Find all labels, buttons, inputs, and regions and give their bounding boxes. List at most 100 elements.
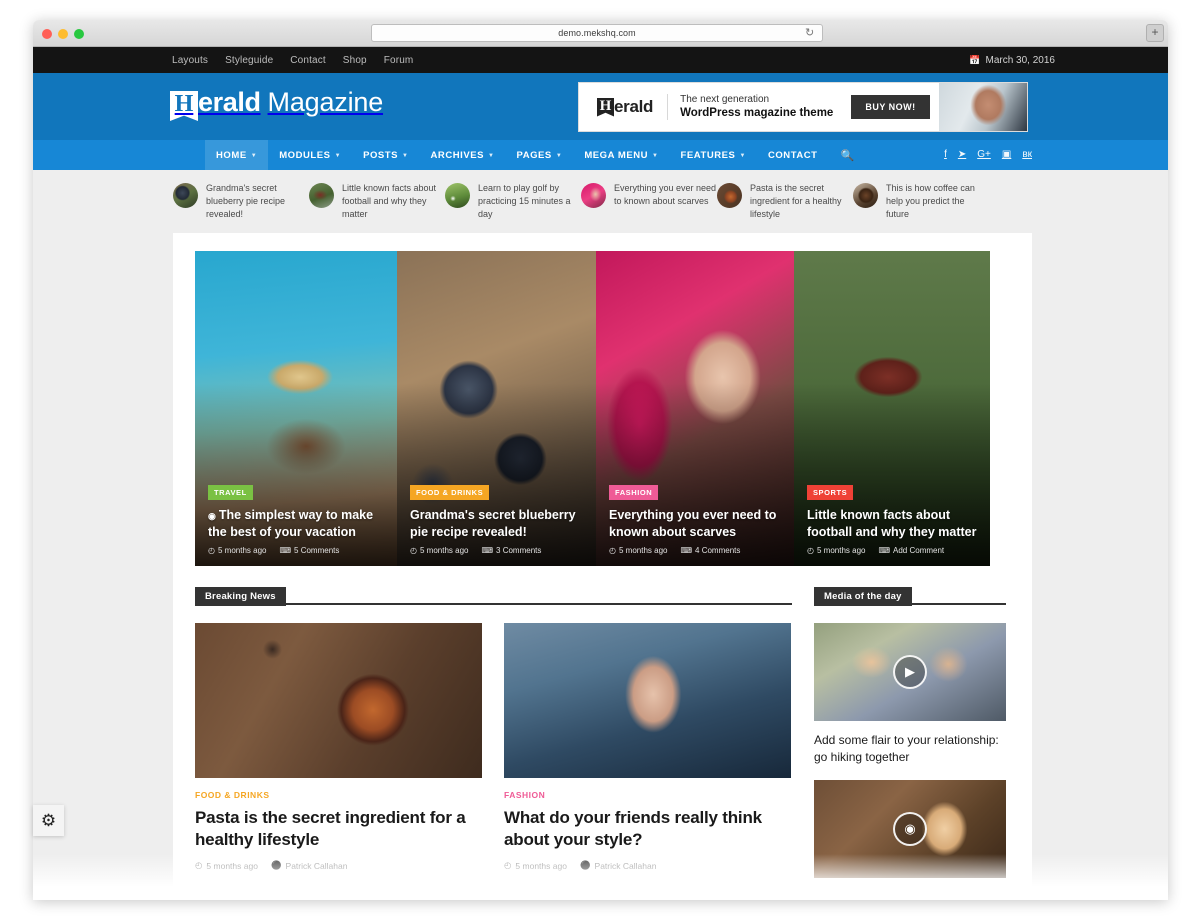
news-title[interactable]: Pasta is the secret ingredient for a hea… (195, 807, 482, 851)
news-item[interactable]: FASHION What do your friends really think… (504, 623, 791, 871)
nav-item-mega-menu[interactable]: MEGA MENU ▼ (573, 140, 669, 170)
reload-icon[interactable]: ↻ (805, 28, 816, 39)
trending-title: Pasta is the secret ingredient for a hea… (750, 183, 842, 220)
hero-slide[interactable]: TRAVEL ◉ The simplest way to make the best… (195, 251, 397, 567)
instagram-icon[interactable]: ▣ (1002, 150, 1011, 160)
news-title[interactable]: What do your friends really think about … (504, 807, 791, 851)
nav-item-contact[interactable]: CONTACT (757, 140, 829, 170)
comment-count[interactable]: ⌨ Add Comment (878, 546, 944, 555)
media-item[interactable]: ◉ (814, 780, 1006, 879)
clock-icon: ◴ (208, 546, 215, 556)
trending-title: This is how coffee can help you predict … (886, 183, 975, 220)
hero-title[interactable]: Little known facts about football and wh… (807, 507, 978, 540)
trending-title: Everything you ever need to known about … (614, 183, 717, 207)
trending-title: Little known facts about football and wh… (342, 183, 437, 220)
media-title[interactable]: Add some flair to your relationship: go … (814, 732, 1006, 766)
post-author[interactable]: ⚫ Patrick Callahan (580, 860, 656, 871)
post-author[interactable]: ⚫ Patrick Callahan (271, 860, 347, 871)
top-nav-link-contact[interactable]: Contact (290, 55, 326, 66)
trending-item[interactable]: This is how coffee can help you predict … (853, 182, 989, 221)
media-of-the-day-header: Media of the day (814, 586, 1006, 607)
post-date: ◴ 5 months ago (504, 860, 567, 871)
trending-thumbnail (853, 183, 878, 208)
header-ad-banner[interactable]: H erald The next generation WordPress ma… (578, 82, 1028, 132)
hero-title[interactable]: Grandma's secret blueberry pie recipe re… (410, 507, 584, 540)
chevron-down-icon: ▼ (555, 153, 563, 159)
top-nav-link-layouts[interactable]: Layouts (172, 55, 208, 66)
trending-item[interactable]: Little known facts about football and wh… (309, 182, 445, 221)
news-thumbnail[interactable] (195, 623, 482, 779)
trending-item[interactable]: Grandma's secret blueberry pie recipe re… (173, 182, 309, 221)
nav-item-modules[interactable]: MODULES ▼ (268, 140, 352, 170)
media-thumbnail[interactable]: ◉ (814, 780, 1006, 879)
nav-item-features[interactable]: FEATURES ▼ (670, 140, 757, 170)
nav-item-archives[interactable]: ARCHIVES ▼ (420, 140, 506, 170)
logo-text-bold: erald (198, 87, 261, 117)
chevron-down-icon: ▼ (334, 153, 342, 159)
nav-item-pages[interactable]: PAGES ▼ (506, 140, 574, 170)
new-tab-button[interactable]: + (1146, 24, 1164, 42)
hero-slide[interactable]: SPORTS Little known facts about football … (794, 251, 990, 567)
hero-title[interactable]: Everything you ever need to known about … (609, 507, 782, 540)
ad-tagline-2: WordPress magazine theme (680, 107, 834, 120)
category-badge[interactable]: SPORTS (807, 485, 854, 501)
news-category-link[interactable]: FOOD & DRINKS (195, 790, 482, 800)
nav-item-posts[interactable]: POSTS ▼ (352, 140, 419, 170)
top-nav-link-shop[interactable]: Shop (343, 55, 367, 66)
hero-caption: FASHION Everything you ever need to known… (609, 482, 782, 555)
comment-count[interactable]: ⌨ 5 Comments (279, 546, 339, 555)
site-body: Grandma's secret blueberry pie recipe re… (33, 170, 1168, 900)
ad-logo-mark-icon: H (597, 97, 614, 117)
comment-count[interactable]: ⌨ 3 Comments (481, 546, 541, 555)
hero-meta: ◴ 5 months ago ⌨ 3 Comments (410, 546, 584, 555)
media-list: ▶ Add some flair to your relationship: go… (814, 623, 1006, 879)
trending-item[interactable]: Learn to play golf by practicing 15 minu… (445, 182, 581, 221)
ad-copy: The next generation WordPress magazine t… (680, 94, 833, 121)
nav-item-home[interactable]: HOME ▼ (205, 140, 269, 170)
facebook-icon[interactable]: f (944, 150, 947, 160)
category-badge[interactable]: TRAVEL (208, 485, 253, 501)
gear-icon[interactable]: ⚙ (33, 805, 64, 836)
category-badge[interactable]: FASHION (609, 485, 659, 501)
hero-slider[interactable]: TRAVEL ◉ The simplest way to make the best… (195, 251, 1010, 567)
camera-icon[interactable]: ◉ (893, 812, 927, 847)
nav-items: HOME ▼ MODULES ▼ POSTS ▼ ARCHIVES ▼ PAGES ▼ MEGA M… (205, 140, 829, 170)
media-thumbnail[interactable]: ▶ (814, 623, 1006, 722)
address-bar[interactable]: demo.mekshq.com ↻ (371, 24, 823, 42)
top-nav-link-styleguide[interactable]: Styleguide (225, 55, 273, 66)
news-thumbnail[interactable] (504, 623, 791, 779)
site-logo[interactable]: H erald Magazine (170, 87, 383, 121)
hero-slide[interactable]: FOOD & DRINKS Grandma's secret blueberry … (397, 251, 596, 567)
google-plus-icon[interactable]: G+ (977, 150, 991, 160)
play-icon[interactable]: ▶ (893, 655, 927, 690)
vk-icon[interactable]: вк (1022, 150, 1032, 160)
close-window-button[interactable] (42, 29, 52, 39)
search-icon[interactable]: 🔍 (829, 140, 867, 170)
trending-item[interactable]: Everything you ever need to known about … (581, 182, 717, 221)
comment-icon: ⌨ (680, 546, 693, 556)
hero-slide[interactable]: FASHION Everything you ever need to known… (596, 251, 794, 567)
site-header: H erald Magazine H erald The next genera… (33, 73, 1168, 140)
hero-title[interactable]: ◉ The simplest way to make the best of yo… (208, 507, 385, 540)
logo-text-light: Magazine (267, 87, 384, 117)
trending-item[interactable]: Pasta is the secret ingredient for a hea… (717, 182, 853, 221)
website-viewport: Layouts Styleguide Contact Shop Forum 📅 Marc… (33, 47, 1168, 900)
comment-count[interactable]: ⌨ 4 Comments (680, 546, 740, 555)
date-text: March 30, 2016 (985, 54, 1056, 66)
chevron-down-icon: ▼ (250, 153, 258, 159)
clock-icon: ◴ (195, 860, 203, 871)
news-category-link[interactable]: FASHION (504, 790, 791, 800)
twitter-icon[interactable]: ➤ (958, 150, 966, 160)
breaking-news-column: Breaking News FOOD & DRINKS Pasta is the … (195, 586, 792, 892)
hero-caption: FOOD & DRINKS Grandma's secret blueberry … (410, 482, 584, 555)
ad-tagline-1: The next generation (680, 93, 770, 105)
top-nav-link-forum[interactable]: Forum (384, 55, 414, 66)
category-badge[interactable]: FOOD & DRINKS (410, 485, 490, 501)
window-traffic-lights[interactable] (42, 29, 84, 39)
media-of-the-day-label: Media of the day (814, 587, 912, 607)
media-item[interactable]: ▶ Add some flair to your relationship: go… (814, 623, 1006, 766)
news-item[interactable]: FOOD & DRINKS Pasta is the secret ingredi… (195, 623, 482, 871)
maximize-window-button[interactable] (74, 29, 84, 39)
minimize-window-button[interactable] (58, 29, 68, 39)
buy-now-button[interactable]: BUY NOW! (851, 95, 930, 119)
